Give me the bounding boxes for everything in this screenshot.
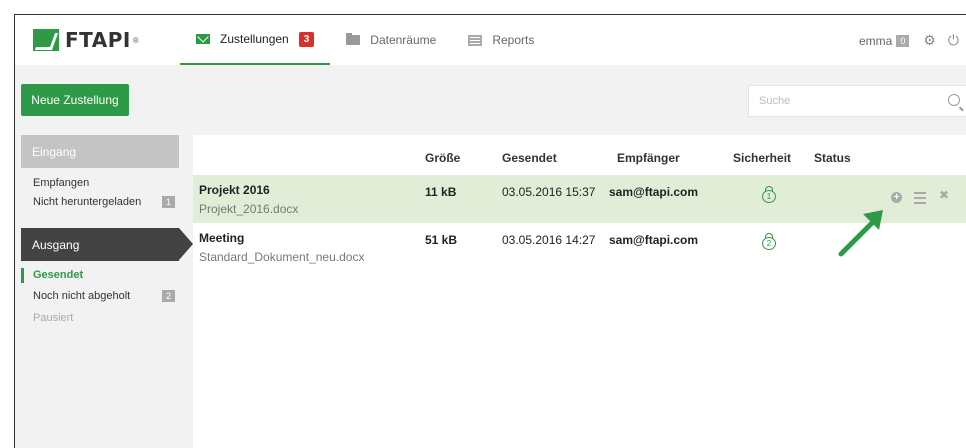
search-icon[interactable] (948, 94, 960, 106)
active-indicator (21, 268, 24, 283)
user-name[interactable]: emma (859, 34, 892, 48)
delivery-recipient: sam@ftapi.com (609, 185, 699, 199)
ftapi-logo[interactable]: FTAPI ® (33, 27, 139, 53)
new-delivery-button[interactable]: Neue Zustellung (21, 84, 129, 116)
tab-label: Datenräume (370, 33, 437, 47)
report-icon (468, 34, 483, 46)
gear-icon[interactable]: ⚙ (923, 32, 936, 49)
tab-label: Zustellungen (220, 32, 289, 46)
sidebar-item-noch-nicht-abgeholt[interactable]: Noch nicht abgeholt 2 (33, 290, 175, 302)
annotation-arrow-icon (838, 210, 883, 257)
delivery-table: Größe Gesendet Empfänger Sicherheit Stat… (193, 135, 966, 448)
sidebar-section-eingang[interactable]: Eingang (21, 135, 179, 168)
user-area: emma 0 ⚙ ⏻ (859, 32, 959, 49)
delivery-size: 11 kB (425, 185, 457, 199)
search-input[interactable]: Suche (748, 85, 966, 117)
sidebar-item-label: Noch nicht abgeholt (33, 290, 131, 302)
main-nav: Zustellungen 3 Datenräume Reports (180, 15, 550, 65)
user-notification-badge: 0 (896, 34, 910, 47)
column-header-sent[interactable]: Gesendet (502, 151, 557, 165)
sidebar: Eingang Empfangen Nicht heruntergeladen … (15, 135, 193, 448)
sidebar-item-pausiert[interactable]: Pausiert (33, 312, 173, 324)
close-icon[interactable]: ✖ (939, 188, 949, 202)
sidebar-item-empfangen[interactable]: Empfangen (33, 177, 173, 189)
unread-badge: 3 (298, 31, 315, 47)
sidebar-item-gesendet[interactable]: Gesendet (33, 269, 173, 281)
security-level-lock-icon: 2 (762, 233, 776, 250)
sidebar-item-label: Empfangen (33, 177, 90, 189)
count-badge: 2 (161, 290, 175, 302)
delivery-sent-date: 03.05.2016 15:37 (502, 185, 596, 199)
list-details-icon[interactable] (914, 192, 926, 204)
column-header-recipient[interactable]: Empfänger (617, 151, 680, 165)
folder-icon (346, 33, 361, 45)
search-placeholder: Suche (759, 95, 791, 107)
app-window: FTAPI ® Zustellungen 3 Datenräume Report… (14, 14, 966, 448)
column-header-status[interactable]: Status (814, 151, 851, 165)
logo-registered-mark: ® (132, 35, 139, 45)
delivery-sent-date: 03.05.2016 14:27 (502, 233, 596, 247)
column-header-security[interactable]: Sicherheit (733, 151, 791, 165)
tab-zustellungen[interactable]: Zustellungen 3 (180, 15, 331, 65)
tab-reports[interactable]: Reports (452, 15, 550, 65)
sidebar-item-label: Gesendet (33, 269, 84, 281)
logo-text: FTAPI (65, 28, 131, 52)
column-header-size[interactable]: Größe (425, 151, 460, 165)
delivery-title: Projekt 2016 (199, 183, 270, 197)
toolbar: Neue Zustellung Suche (15, 65, 966, 135)
security-level-lock-icon: 1 (762, 186, 776, 203)
sidebar-item-nicht-heruntergeladen[interactable]: Nicht heruntergeladen 1 (33, 196, 175, 208)
delivery-filename: Projekt_2016.docx (199, 202, 299, 216)
count-badge: 1 (161, 196, 175, 208)
delivery-title: Meeting (199, 231, 245, 245)
sidebar-section-ausgang[interactable]: Ausgang (21, 228, 193, 261)
logo-mark-icon (33, 29, 59, 51)
power-icon[interactable]: ⏻ (948, 32, 959, 49)
top-header: FTAPI ® Zustellungen 3 Datenräume Report… (15, 15, 966, 65)
tab-datenraeume[interactable]: Datenräume (330, 15, 452, 65)
envelope-icon (196, 34, 210, 44)
delivery-size: 51 kB (425, 233, 458, 247)
sidebar-item-label: Pausiert (33, 312, 74, 324)
sidebar-item-label: Nicht heruntergeladen (33, 196, 142, 208)
tab-label: Reports (492, 33, 535, 47)
delivery-recipient: sam@ftapi.com (609, 233, 699, 247)
delivery-filename: Standard_Dokument_neu.docx (199, 250, 365, 264)
